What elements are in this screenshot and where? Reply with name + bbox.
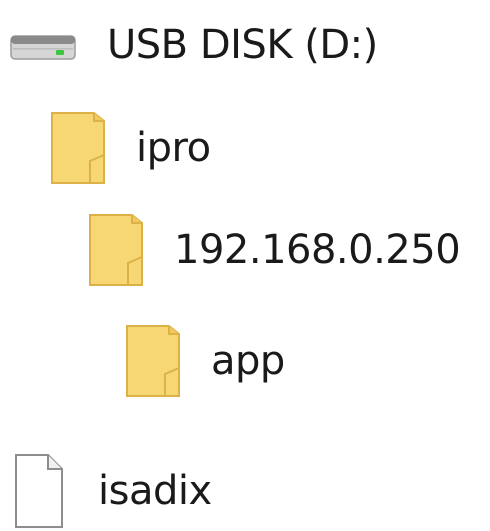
- folder-icon: [89, 214, 143, 286]
- tree-item-192-168-0-250[interactable]: 192.168.0.250: [88, 205, 461, 295]
- tree-item-label: ipro: [136, 125, 211, 171]
- tree-item-ipro[interactable]: ipro: [50, 103, 211, 193]
- tree-item-label: USB DISK (D:): [107, 22, 378, 68]
- folder-icon: [51, 112, 105, 184]
- tree-item-usb-disk[interactable]: USB DISK (D:): [10, 0, 378, 90]
- usb-drive-icon: [10, 35, 76, 60]
- tree-item-app[interactable]: app: [125, 316, 285, 406]
- folder-tree: USB DISK (D:) ipro 192.168.0.250 app isa…: [0, 0, 490, 531]
- file-icon: [15, 454, 63, 528]
- tree-item-label: isadix: [98, 468, 212, 514]
- folder-icon: [126, 325, 180, 397]
- tree-item-label: 192.168.0.250: [174, 227, 461, 273]
- tree-item-label: app: [211, 338, 285, 384]
- tree-item-isadix[interactable]: isadix: [14, 446, 212, 531]
